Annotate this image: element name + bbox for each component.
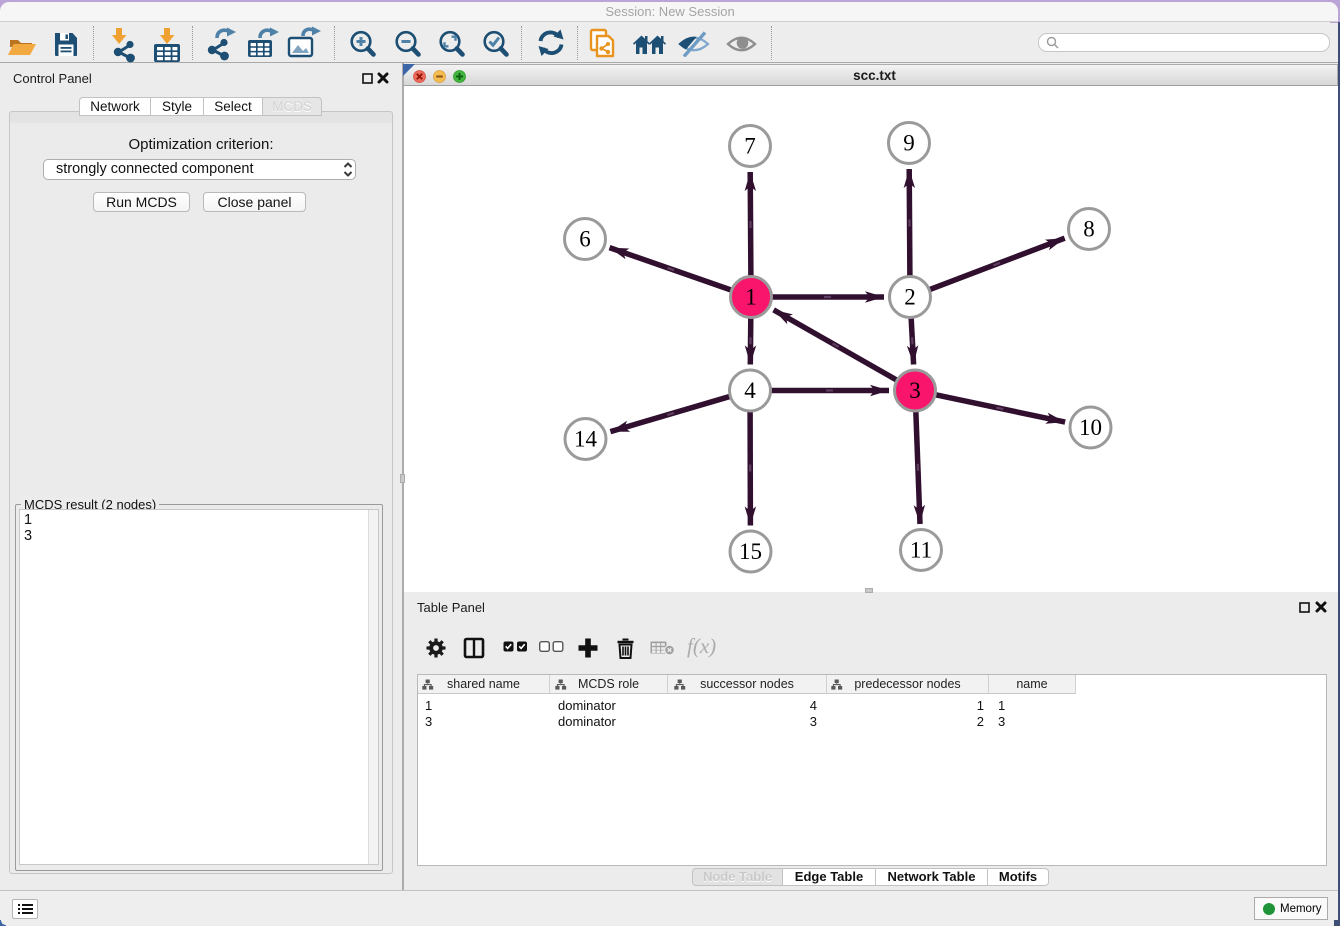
svg-text:9: 9 [903,131,915,156]
svg-text:6: 6 [579,227,591,252]
svg-text:1: 1 [745,285,757,310]
svg-text:11: 11 [910,538,932,563]
svg-text:2: 2 [904,285,916,310]
svg-text:8: 8 [1083,217,1095,242]
svg-text:15: 15 [739,539,762,564]
svg-text:7: 7 [744,134,756,159]
svg-text:4: 4 [744,378,756,403]
svg-text:14: 14 [574,427,598,452]
svg-text:10: 10 [1079,415,1102,440]
svg-text:3: 3 [909,378,921,403]
